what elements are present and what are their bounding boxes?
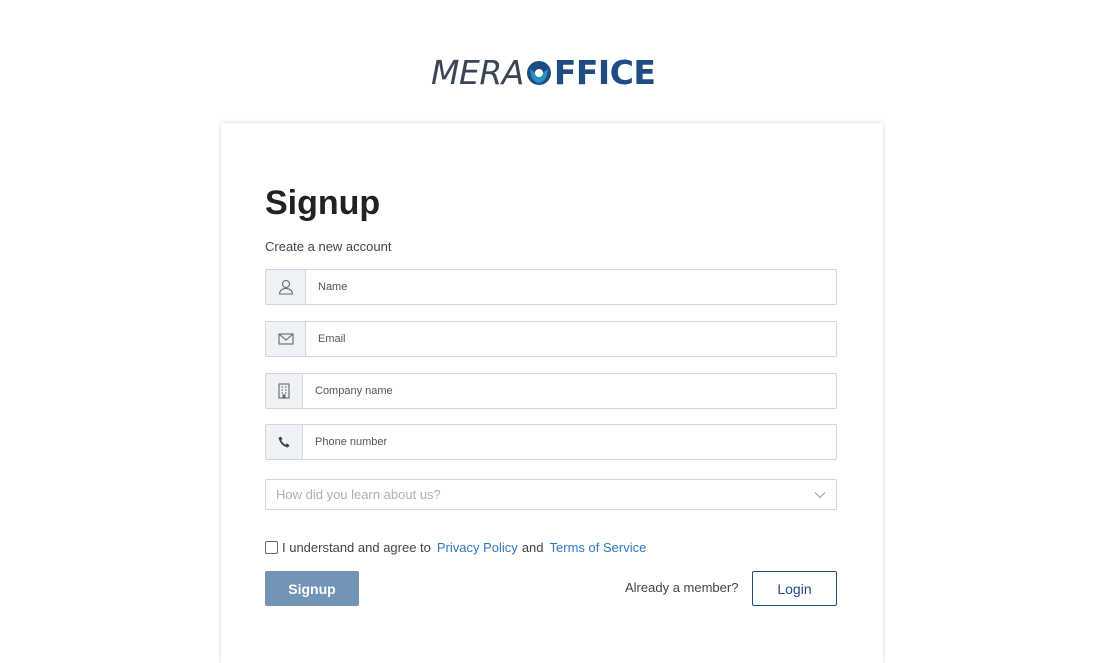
user-icon <box>266 270 306 304</box>
phone-input[interactable] <box>303 425 836 459</box>
building-icon <box>266 374 303 408</box>
signup-card: Signup Create a new account Name Email C… <box>221 123 883 663</box>
phone-field-group <box>265 424 837 460</box>
company-input[interactable] <box>303 374 836 408</box>
agree-checkbox[interactable] <box>265 541 278 554</box>
name-input[interactable] <box>306 270 836 304</box>
agree-conjunction: and <box>521 540 544 555</box>
logo-text-mera: MERA <box>431 53 524 92</box>
company-field-group <box>265 373 837 409</box>
referral-select-value: How did you learn about us? <box>276 487 441 502</box>
login-button[interactable]: Login <box>752 571 837 606</box>
chevron-down-icon <box>814 491 826 498</box>
logo-text-office: FFICE <box>553 53 656 92</box>
agree-text: I understand and agree to <box>282 540 431 555</box>
referral-select[interactable]: How did you learn about us? <box>265 479 837 510</box>
email-field-group <box>265 321 837 357</box>
already-member-text: Already a member? <box>625 580 739 595</box>
logo-o-mark <box>526 61 551 85</box>
terms-of-service-link[interactable]: Terms of Service <box>550 540 647 555</box>
page-subtitle: Create a new account <box>265 239 392 254</box>
phone-icon <box>266 425 303 459</box>
email-input[interactable] <box>306 322 836 356</box>
signup-button[interactable]: Signup <box>265 571 359 606</box>
name-field-group <box>265 269 837 305</box>
agreement-row: I understand and agree to Privacy Policy… <box>265 540 646 555</box>
privacy-policy-link[interactable]: Privacy Policy <box>437 540 518 555</box>
page-title: Signup <box>265 184 381 222</box>
envelope-icon <box>266 322 306 356</box>
brand-logo: MERA FFICE <box>431 53 656 92</box>
